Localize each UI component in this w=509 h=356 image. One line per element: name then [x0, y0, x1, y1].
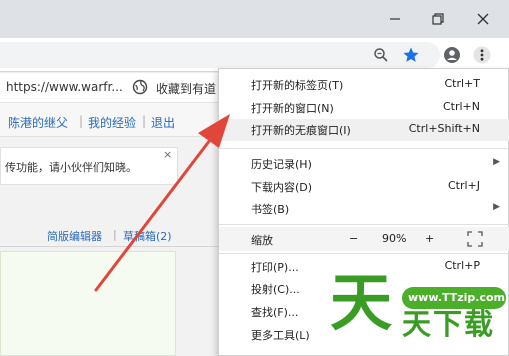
watermark-badge: www.TTzip.com: [402, 287, 506, 309]
watermark-url: www.TTzip.com: [408, 291, 505, 304]
watermark-logo: 天: [330, 266, 393, 339]
watermark-text: 天下载: [402, 307, 496, 341]
